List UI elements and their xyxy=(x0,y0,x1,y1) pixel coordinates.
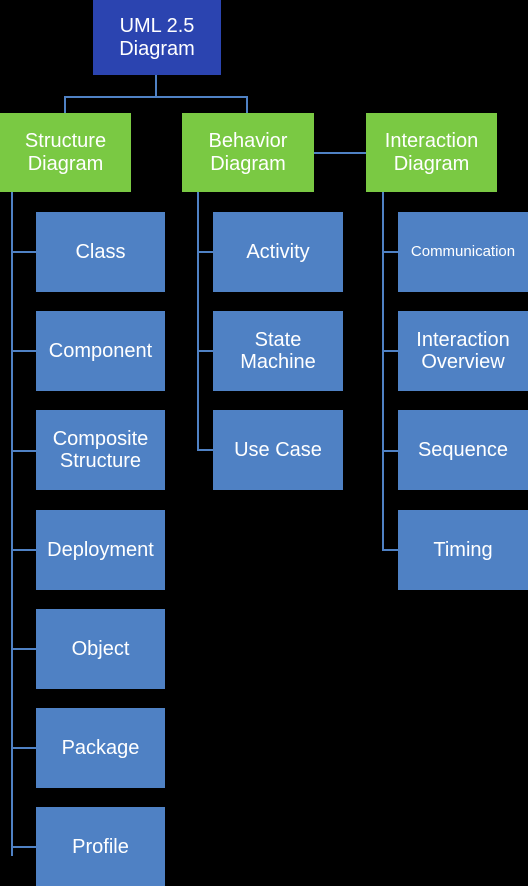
node-interaction-diagram[interactable]: Interaction Diagram xyxy=(366,113,497,192)
node-composite-structure[interactable]: Composite Structure xyxy=(36,410,165,490)
connector-interaction-trunk xyxy=(382,192,384,550)
connector-root-stem xyxy=(155,75,157,97)
node-state-machine[interactable]: State Machine xyxy=(213,311,343,391)
connector-behavior-stub-1 xyxy=(197,251,214,253)
connector-structure-stub-3 xyxy=(11,450,37,452)
connector-interaction-stub-1 xyxy=(382,251,399,253)
node-profile[interactable]: Profile xyxy=(36,807,165,886)
connector-structure-stub-7 xyxy=(11,846,37,848)
node-timing[interactable]: Timing xyxy=(398,510,528,590)
connector-root-to-behavior xyxy=(246,96,248,114)
node-activity[interactable]: Activity xyxy=(213,212,343,292)
node-interaction-overview[interactable]: Interaction Overview xyxy=(398,311,528,391)
connector-structure-stub-1 xyxy=(11,251,37,253)
connector-root-bus xyxy=(64,96,248,98)
connector-interaction-stub-3 xyxy=(382,450,399,452)
node-deployment[interactable]: Deployment xyxy=(36,510,165,590)
node-class[interactable]: Class xyxy=(36,212,165,292)
connector-structure-stub-6 xyxy=(11,747,37,749)
connector-behavior-to-interaction xyxy=(314,152,367,154)
connector-behavior-stub-2 xyxy=(197,350,214,352)
connector-behavior-trunk xyxy=(197,192,199,451)
connector-interaction-stub-4 xyxy=(382,549,399,551)
node-behavior-diagram[interactable]: Behavior Diagram xyxy=(182,113,314,192)
node-object[interactable]: Object xyxy=(36,609,165,689)
connector-structure-stub-5 xyxy=(11,648,37,650)
uml-diagram-canvas: UML 2.5 Diagram Structure Diagram Behavi… xyxy=(0,0,528,886)
node-structure-diagram[interactable]: Structure Diagram xyxy=(0,113,131,192)
node-communication[interactable]: Communication xyxy=(398,212,528,292)
node-component[interactable]: Component xyxy=(36,311,165,391)
node-sequence[interactable]: Sequence xyxy=(398,410,528,490)
connector-structure-trunk xyxy=(11,192,13,856)
connector-structure-stub-2 xyxy=(11,350,37,352)
connector-interaction-stub-2 xyxy=(382,350,399,352)
connector-structure-stub-4 xyxy=(11,549,37,551)
node-use-case[interactable]: Use Case xyxy=(213,410,343,490)
node-package[interactable]: Package xyxy=(36,708,165,788)
connector-root-to-structure xyxy=(64,96,66,114)
connector-behavior-stub-3 xyxy=(197,449,214,451)
node-uml-root[interactable]: UML 2.5 Diagram xyxy=(93,0,221,75)
